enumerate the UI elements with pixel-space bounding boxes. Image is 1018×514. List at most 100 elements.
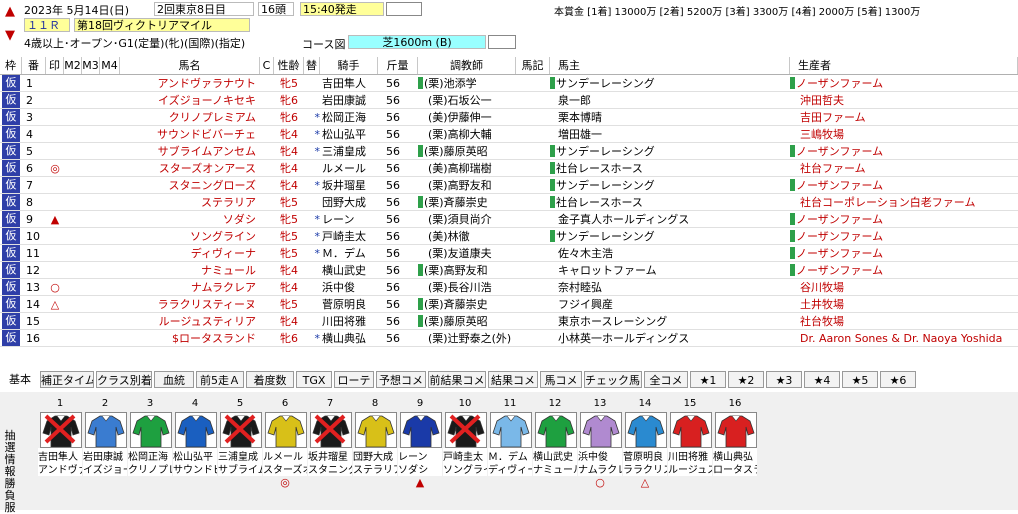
tab-2[interactable]: 補正タイム: [40, 371, 94, 388]
table-row[interactable]: 仮 11 ディヴィーナ 牝5 * Ｍ．デム 56 (栗)友道康夫 佐々木主浩 ノーザンファーム: [0, 245, 1018, 262]
trainer-flag-icon: [418, 315, 423, 327]
table-row[interactable]: 仮 12 ナミュール 牝4 横山武史 56 (栗)高野友和 キャロットファーム ノーザンファーム: [0, 262, 1018, 279]
owner-cell: サンデーレーシング: [550, 228, 790, 245]
trainer-cell: (栗)石坂公一: [418, 92, 516, 109]
column-header[interactable]: C: [260, 57, 274, 74]
table-row[interactable]: 仮 1 アンドヴァラナウト 牝5 吉田隼人 56 (栗)池添学 サンデーレーシング ノーザンファ…: [0, 75, 1018, 92]
column-header[interactable]: 生産者: [790, 57, 1018, 74]
column-header[interactable]: 斤量: [378, 57, 418, 74]
silk-card[interactable]: 15川田将雅ルージュス: [668, 398, 712, 494]
tab-11[interactable]: 結果コメ: [488, 371, 538, 388]
prediction-mark: [46, 143, 64, 160]
silk-card[interactable]: 8団野大成ステラリア: [353, 398, 397, 494]
memo-field[interactable]: [386, 2, 422, 16]
waku-cell: 仮: [2, 262, 20, 278]
silk-card[interactable]: 4松山弘平サウンドビ: [173, 398, 217, 494]
silk-card[interactable]: 11Ｍ．デムディヴィー: [488, 398, 532, 494]
table-row[interactable]: 仮 16 $ロータスランド 牝6 * 横山典弘 56 (栗)辻野泰之(外) 小林英一ホールディン…: [0, 330, 1018, 347]
tab-10[interactable]: 前結果コメ: [428, 371, 486, 388]
prev-race-arrow-icon[interactable]: ▲: [3, 2, 17, 22]
silk-card[interactable]: 6ルメールスターズオ◎: [263, 398, 307, 494]
column-header[interactable]: M3: [82, 57, 100, 74]
column-header[interactable]: 馬主: [550, 57, 790, 74]
horse-name: ソダシ: [222, 213, 256, 226]
table-row[interactable]: 仮 10 ソングライン 牝5 * 戸崎圭太 56 (美)林徹 サンデーレーシング ノーザンファーム: [0, 228, 1018, 245]
breeder-cell: 社台牧場: [790, 313, 1018, 330]
trainer-name: (栗)高柳大輔: [428, 128, 492, 141]
tab-20[interactable]: ★6: [880, 371, 916, 388]
tab-13[interactable]: チェック馬コメ: [584, 371, 642, 388]
jockey-name: 吉田隼人: [322, 77, 366, 90]
breeder-cell: ノーザンファーム: [790, 262, 1018, 279]
table-row[interactable]: 仮 6 ◎ スターズオンアース 牝4 ルメール 56 (美)高柳瑞樹 社台レースホース 社台ファー…: [0, 160, 1018, 177]
silk-horse-name: ナムラクレ: [578, 461, 622, 476]
table-row[interactable]: 仮 5 サブライムアンセム 牝4 * 三浦皇成 56 (栗)藤原英昭 サンデーレーシング ノーザン…: [0, 143, 1018, 160]
table-row[interactable]: 仮 2 イズジョーノキセキ 牝6 岩田康誠 56 (栗)石坂公一 泉一郎 沖田哲夫: [0, 92, 1018, 109]
column-header[interactable]: M2: [64, 57, 82, 74]
table-row[interactable]: 仮 7 スタニングローズ 牝4 * 坂井瑠星 56 (栗)高野友和 サンデーレーシング ノーザンフ…: [0, 177, 1018, 194]
silk-card[interactable]: 7坂井瑠星スタニング: [308, 398, 352, 494]
table-row[interactable]: 仮 9 ▲ ソダシ 牝5 * レーン 56 (栗)須貝尚介 金子真人ホールディングス ノーザンファー…: [0, 211, 1018, 228]
next-race-arrow-icon[interactable]: ▼: [3, 26, 17, 46]
table-row[interactable]: 仮 14 △ ララクリスティーヌ 牝5 菅原明良 56 (栗)斉藤崇史 フジイ興産 土井牧場: [0, 296, 1018, 313]
tab-17[interactable]: ★3: [766, 371, 802, 388]
table-row[interactable]: 仮 3 クリノプレミアム 牝6 * 松岡正海 56 (美)伊藤伸一 栗本博晴 吉田ファーム: [0, 109, 1018, 126]
table-row[interactable]: 仮 8 ステラリア 牝5 団野大成 56 (栗)斉藤崇史 社台レースホース 社台コーポレーション…: [0, 194, 1018, 211]
tab-3[interactable]: クラス別着: [96, 371, 152, 388]
waku-cell: 仮: [2, 330, 20, 346]
silk-card[interactable]: 16横山典弘ロータスラ: [713, 398, 757, 494]
column-header[interactable]: 枠: [0, 57, 22, 74]
column-header[interactable]: M4: [100, 57, 120, 74]
silk-card[interactable]: 9 レーン ソダシ ▲: [398, 398, 442, 494]
table-row[interactable]: 仮 15 ルージュスティリア 牝4 川田将雅 56 (栗)藤原英昭 東京ホースレーシング 社台牧…: [0, 313, 1018, 330]
tab-5[interactable]: 前5走Ａ: [196, 371, 244, 388]
course-map-label[interactable]: コース図: [302, 36, 345, 52]
column-header[interactable]: 調教師: [418, 57, 516, 74]
tab-4[interactable]: 血統: [154, 371, 194, 388]
tab-8[interactable]: ローテ: [334, 371, 374, 388]
tab-7[interactable]: TGX: [296, 371, 332, 388]
column-header[interactable]: 番: [22, 57, 46, 74]
tab-15[interactable]: ★1: [690, 371, 726, 388]
jockey-silks-icon: [400, 412, 442, 448]
column-header[interactable]: 替: [304, 57, 320, 74]
horse-name: アンドヴァラナウト: [157, 77, 256, 90]
column-header[interactable]: 印: [46, 57, 64, 74]
silk-card[interactable]: 1吉田隼人アンドヴァ: [38, 398, 82, 494]
sex-age: 牝4: [280, 281, 298, 294]
owner-flag-icon: [550, 230, 555, 242]
tab-16[interactable]: ★2: [728, 371, 764, 388]
sub-marks: [64, 109, 120, 126]
silk-card[interactable]: 14菅原明良ララクリス△: [623, 398, 667, 494]
breeder-cell: 社台ファーム: [790, 160, 1018, 177]
silk-horse-name: ステラリア: [353, 461, 397, 476]
trainer-name: (栗)長谷川浩: [428, 281, 492, 294]
breeder-flag-icon: [790, 264, 795, 276]
silk-card[interactable]: 10戸崎圭太ソングライ: [443, 398, 487, 494]
tab-9[interactable]: 予想コメ: [376, 371, 426, 388]
tab-1[interactable]: 基本: [2, 371, 38, 388]
tab-18[interactable]: ★4: [804, 371, 840, 388]
column-header[interactable]: 騎手: [320, 57, 378, 74]
tab-6[interactable]: 着度数: [246, 371, 294, 388]
tab-14[interactable]: 全コメ: [644, 371, 688, 388]
silk-prediction-mark: ▲: [415, 476, 425, 489]
horse-number: 6: [26, 162, 33, 175]
table-row[interactable]: 仮 4 サウンドビバーチェ 牝4 * 松山弘平 56 (栗)高柳大輔 増田雄一 三嶋牧場: [0, 126, 1018, 143]
table-row[interactable]: 仮 13 ○ ナムラクレア 牝4 浜中俊 56 (栗)長谷川浩 奈村睦弘 谷川牧場: [0, 279, 1018, 296]
course-memo-field[interactable]: [488, 35, 516, 49]
horse-number: 2: [26, 94, 33, 107]
tab-19[interactable]: ★5: [842, 371, 878, 388]
column-header[interactable]: 馬記: [516, 57, 550, 74]
jockey-silks-icon: [670, 412, 712, 448]
tab-12[interactable]: 馬コメ: [540, 371, 582, 388]
silk-card[interactable]: 2岩田康誠イズジョー: [83, 398, 127, 494]
silk-card[interactable]: 3松岡正海クリノプレ: [128, 398, 172, 494]
silk-card[interactable]: 13浜中俊ナムラクレ○: [578, 398, 622, 494]
owner-name: フジイ興産: [558, 298, 613, 311]
jockey-change-mark: *: [314, 145, 321, 158]
silk-card[interactable]: 5三浦皇成サブライム: [218, 398, 262, 494]
column-header[interactable]: 性齢: [274, 57, 304, 74]
silk-card[interactable]: 12横山武史ナミュール: [533, 398, 577, 494]
column-header[interactable]: 馬名: [120, 57, 260, 74]
